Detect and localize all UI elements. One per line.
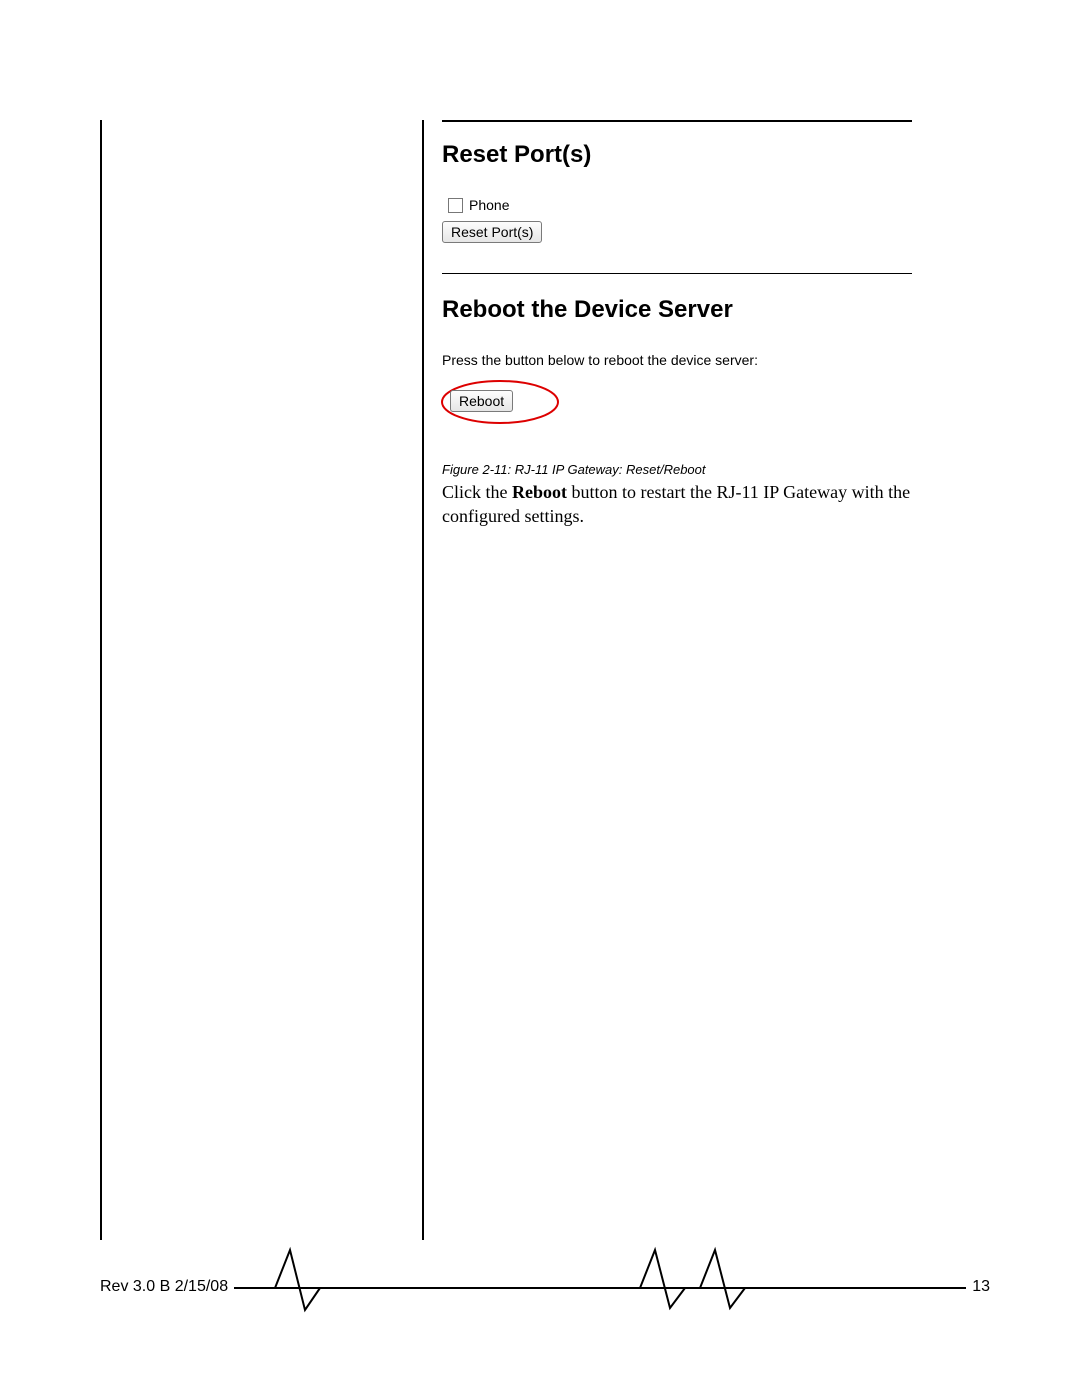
reboot-highlight: Reboot xyxy=(442,386,572,434)
footer-revision: Rev 3.0 B 2/15/08 xyxy=(100,1278,234,1296)
figure-separator xyxy=(442,273,912,274)
reset-ports-button[interactable]: Reset Port(s) xyxy=(442,221,542,243)
figure-reset-reboot: Reset Port(s) Phone Reset Port(s) Reboot… xyxy=(442,120,912,477)
reboot-instruction: Press the button below to reboot the dev… xyxy=(442,352,912,368)
body-pre: Click the xyxy=(442,482,512,502)
vertical-divider xyxy=(422,120,424,1250)
body-paragraph: Click the Reboot button to restart the R… xyxy=(442,480,962,529)
heading-reset-ports: Reset Port(s) xyxy=(442,141,912,169)
phone-checkbox-row: Phone xyxy=(448,197,912,213)
phone-checkbox[interactable] xyxy=(448,198,463,213)
heading-reboot: Reboot the Device Server xyxy=(442,296,912,324)
page-frame: Reset Port(s) Phone Reset Port(s) Reboot… xyxy=(100,120,982,1250)
figure-top-rule xyxy=(442,120,912,123)
footer-page-number: 13 xyxy=(966,1278,990,1296)
phone-label: Phone xyxy=(469,197,509,213)
reboot-button[interactable]: Reboot xyxy=(450,390,513,412)
body-bold: Reboot xyxy=(512,482,567,502)
figure-caption: Figure 2-11: RJ-11 IP Gateway: Reset/Reb… xyxy=(442,462,912,477)
